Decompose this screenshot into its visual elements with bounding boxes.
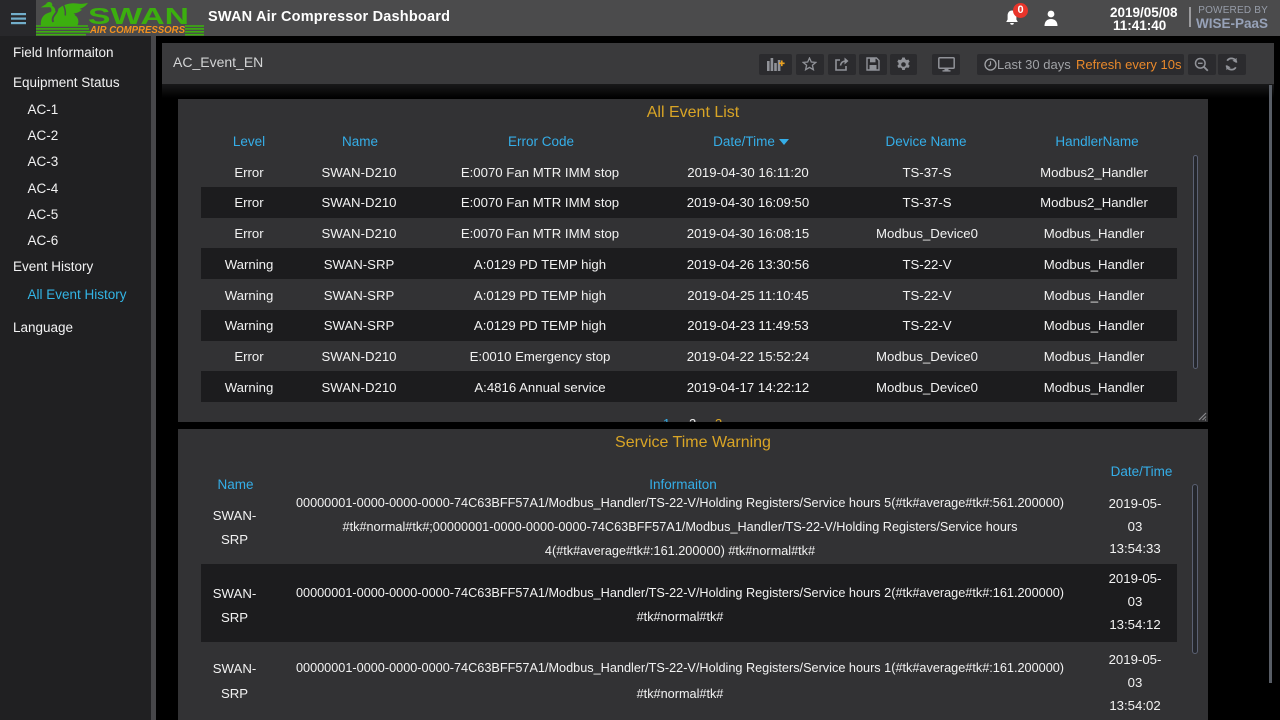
svg-text:AIR COMPRESSORS: AIR COMPRESSORS: [89, 24, 185, 36]
